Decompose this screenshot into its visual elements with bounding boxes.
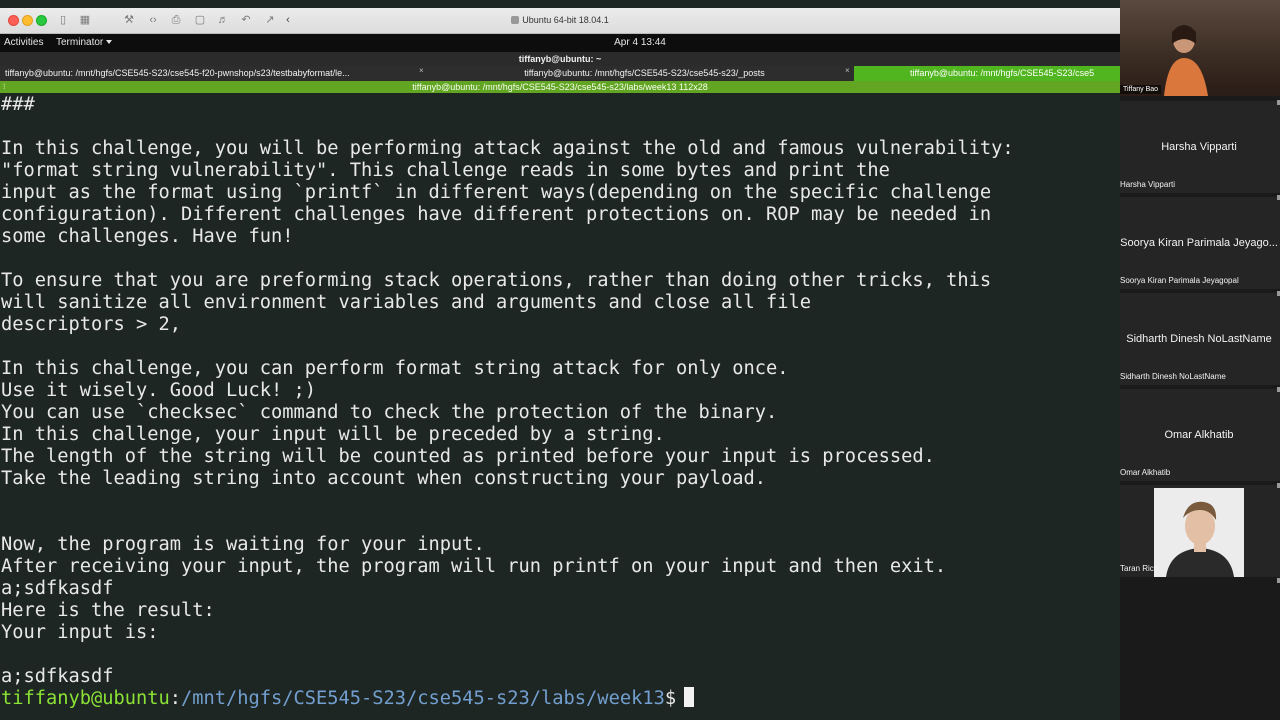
prompt-path: /mnt/hgfs/CSE545-S23/cse545-s23/labs/wee… [181,688,665,709]
terminal-line: Here is the result: [1,600,215,621]
vm-titlebar: ▯ ▦ ⚒ ‹› ⎙ ▢ ♬ ↶ ↗ ‹ Ubuntu 64-bit 18.04… [0,8,1120,34]
terminal-window-title: tiffanyb@ubuntu: ~ [0,52,1120,66]
participant-name: Tiffany Bao [1120,85,1162,94]
terminal-line: To ensure that you are preforming stack … [1,270,992,291]
participant-display-name: Harsha Vipparti [1161,141,1237,153]
tab-week13-active[interactable]: tiffanyb@ubuntu: /mnt/hgfs/CSE545-S23/cs… [854,66,1120,81]
terminal-line: After receiving your input, the program … [1,556,947,577]
close-tab-icon[interactable]: × [845,66,850,75]
terminal-line: You can use `checksec` command to check … [1,402,778,423]
participant-video [1120,0,1280,96]
tab-posts[interactable]: tiffanyb@ubuntu: /mnt/hgfs/CSE545-S23/cs… [430,66,854,81]
person-video-icon [1154,488,1244,577]
terminal-line: In this challenge, you can perform forma… [1,358,789,379]
clock[interactable]: Apr 4 13:44 [0,37,1120,48]
prompt-colon: : [169,688,182,709]
pane-grip-icon[interactable]: ⁝ [3,81,6,93]
terminal-line: some challenges. Have fun! [1,226,294,247]
terminal-line: a;sdfkasdf [1,578,114,599]
text-cursor [684,687,695,707]
terminal-line: input as the format using `printf` in di… [1,182,992,203]
participant-tile-omar[interactable]: Omar Alkhatib Omar Alkhatib [1120,389,1280,481]
participant-tile-taran[interactable]: Taran Rich [1120,485,1280,577]
prompt-user-host: tiffanyb@ubuntu [1,688,170,709]
zoom-participants-panel: Tiffany Bao Harsha Vipparti Harsha Vippa… [1120,0,1280,720]
person-video-icon [1164,25,1208,96]
participant-tile-tiffany[interactable]: Tiffany Bao [1120,0,1280,96]
terminal-tabs: tiffanyb@ubuntu: /mnt/hgfs/CSE545-S23/cs… [0,66,1120,81]
participant-tile-soorya[interactable]: Soorya Kiran Parimala Jeyago... Soorya K… [1120,197,1280,289]
vm-window-title: Ubuntu 64-bit 18.04.1 [0,8,1120,33]
participant-name: Sidharth Dinesh NoLastName [1120,372,1226,381]
close-tab-icon[interactable]: × [419,66,424,75]
terminal-line: a;sdfkasdf [1,666,114,687]
terminal-line: ### [1,94,35,115]
terminal-line: configuration). Different challenges hav… [1,204,992,225]
participant-name: Omar Alkhatib [1120,468,1171,477]
terminal-text: ### In this challenge, you will be perfor… [1,94,1014,688]
pane-titlebar: ⁝ tiffanyb@ubuntu: /mnt/hgfs/CSE545-S23/… [0,81,1120,93]
participant-display-name: Sidharth Dinesh NoLastName [1126,333,1272,345]
terminal-line: Take the leading string into account whe… [1,468,767,489]
terminal-line: Your input is: [1,622,159,643]
participant-display-name: Omar Alkhatib [1164,429,1234,441]
terminal-line: descriptors > 2, [1,314,182,335]
terminal-line: In this challenge, your input will be pr… [1,424,665,445]
terminal-line: Now, the program is waiting for your inp… [1,534,485,555]
participant-name: Soorya Kiran Parimala Jeyagopal [1120,276,1239,285]
terminal-line: will sanitize all environment variables … [1,292,812,313]
vm-icon [511,16,520,24]
vm-window: ▯ ▦ ⚒ ‹› ⎙ ▢ ♬ ↶ ↗ ‹ Ubuntu 64-bit 18.04… [0,0,1120,720]
terminal-line: In this challenge, you will be performin… [1,138,1014,159]
terminal-line: Use it wisely. Good Luck! ;) [1,380,317,401]
participant-name: Harsha Vipparti [1120,180,1175,189]
terminal-line: "format string vulnerability". This chal… [1,160,890,181]
participant-tile-sidharth[interactable]: Sidharth Dinesh NoLastName Sidharth Dine… [1120,293,1280,385]
terminal-line: The length of the string will be counted… [1,446,935,467]
shell-prompt[interactable]: tiffanyb@ubuntu:/mnt/hgfs/CSE545-S23/cse… [1,687,695,710]
participant-display-name: Soorya Kiran Parimala Jeyago... [1120,237,1278,249]
prompt-symbol: $ [664,688,677,709]
participant-tile-harsha[interactable]: Harsha Vipparti Harsha Vipparti [1120,101,1280,193]
tab-pwnshop[interactable]: tiffanyb@ubuntu: /mnt/hgfs/CSE545-S23/cs… [0,66,430,81]
participant-video [1154,488,1244,577]
terminal-output[interactable]: ### In this challenge, you will be perfor… [0,93,1120,720]
participant-name: Taran Rich [1120,564,1159,573]
